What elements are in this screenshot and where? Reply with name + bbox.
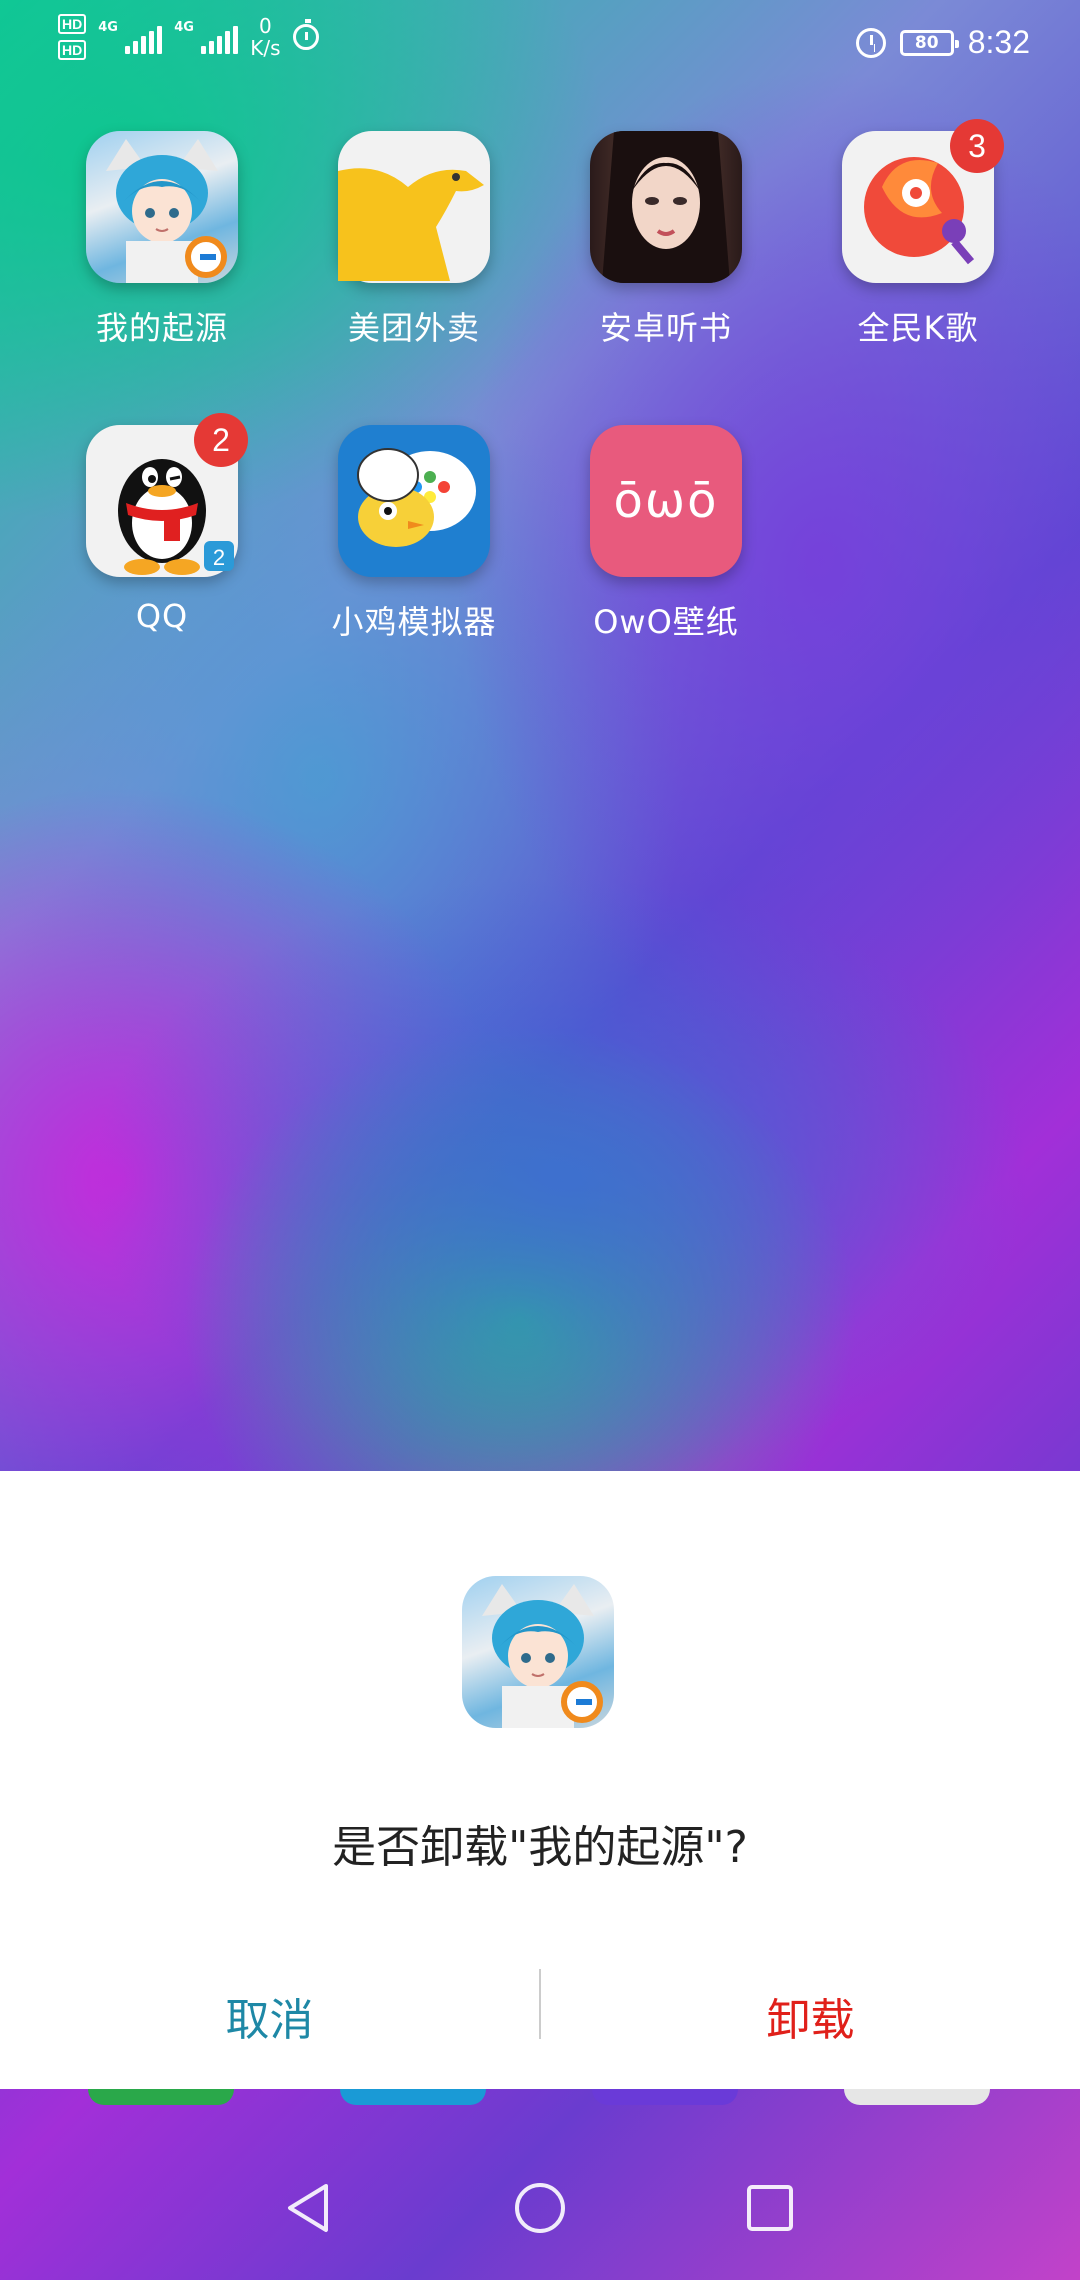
karaoke-icon: 3: [842, 119, 1004, 283]
app-qq[interactable]: 2 2 QQ: [52, 413, 272, 635]
net-speed-unit: K/s: [250, 36, 281, 60]
kangaroo-icon: [338, 131, 490, 283]
app-label: 美团外卖: [347, 309, 480, 347]
signal-sim2-icon: 4G: [174, 20, 239, 54]
signal1-label: 4G: [98, 20, 118, 35]
app-label: 安卓听书: [599, 309, 732, 347]
app-anzhuotingshu[interactable]: 安卓听书: [556, 131, 776, 349]
app-label: 小鸡模拟器: [331, 603, 497, 641]
svg-text:2: 2: [213, 545, 225, 570]
status-bar: HD HD 4G 4G 0 K/s 80 8:32: [0, 0, 1080, 90]
anime-girl-icon: [86, 131, 238, 283]
woman-portrait-icon: [590, 131, 742, 283]
app-quanminkge[interactable]: 3 全民K歌: [808, 119, 1028, 349]
sim-indicators: HD HD: [58, 14, 87, 60]
dock-app-2[interactable]: [340, 2089, 486, 2105]
dock-app-3[interactable]: [592, 2089, 738, 2105]
penguin-icon: 2 2: [86, 413, 248, 577]
net-speed-value: 0: [259, 14, 272, 38]
hd-sim2-icon: HD: [58, 40, 87, 60]
network-speed: 0 K/s: [250, 15, 280, 59]
app-owo[interactable]: ōωō OwO壁纸: [556, 425, 776, 643]
app-label: 全民K歌: [857, 309, 979, 347]
uninstall-dialog: 是否卸载"我的起源"? 取消 卸载: [0, 1471, 1080, 2089]
status-left: HD HD 4G 4G 0 K/s: [58, 14, 319, 60]
cancel-button[interactable]: 取消: [0, 1971, 539, 2071]
alarm-icon: [855, 27, 886, 58]
clock: 8:32: [967, 24, 1030, 60]
dock-app-1[interactable]: [88, 2089, 234, 2105]
battery-icon: 80: [899, 29, 959, 56]
dock-app-4[interactable]: [844, 2089, 990, 2105]
app-xiaoji[interactable]: 小鸡模拟器: [304, 425, 524, 643]
app-label: 我的起源: [95, 309, 228, 347]
app-label: QQ: [135, 597, 189, 635]
recents-square-icon[interactable]: [740, 2178, 800, 2238]
back-triangle-icon[interactable]: [280, 2178, 340, 2238]
signal2-label: 4G: [174, 20, 194, 35]
uninstall-button[interactable]: 卸载: [541, 1971, 1080, 2071]
notification-badge: 3: [950, 119, 1004, 173]
battery-level: 80: [914, 32, 939, 53]
navigation-bar: [0, 2130, 1080, 2280]
signal-sim1-icon: 4G: [98, 20, 163, 54]
home-circle-icon[interactable]: [510, 2178, 570, 2238]
owo-face-icon: ōωō: [590, 425, 742, 577]
owo-face-text: ōωō: [613, 473, 719, 529]
app-meituan[interactable]: 美团外卖: [304, 131, 524, 349]
notification-badge: 2: [194, 413, 248, 467]
app-wodeqiyuan[interactable]: 我的起源: [52, 131, 272, 349]
chick-gamepad-icon: [338, 425, 490, 577]
anime-girl-icon: [462, 1576, 614, 1728]
timer-icon: [292, 19, 319, 50]
app-label: OwO壁纸: [593, 603, 739, 641]
status-right: 80 8:32: [855, 24, 1030, 61]
dialog-message: 是否卸载"我的起源"?: [332, 1822, 748, 1873]
hd-sim1-icon: HD: [58, 14, 87, 34]
